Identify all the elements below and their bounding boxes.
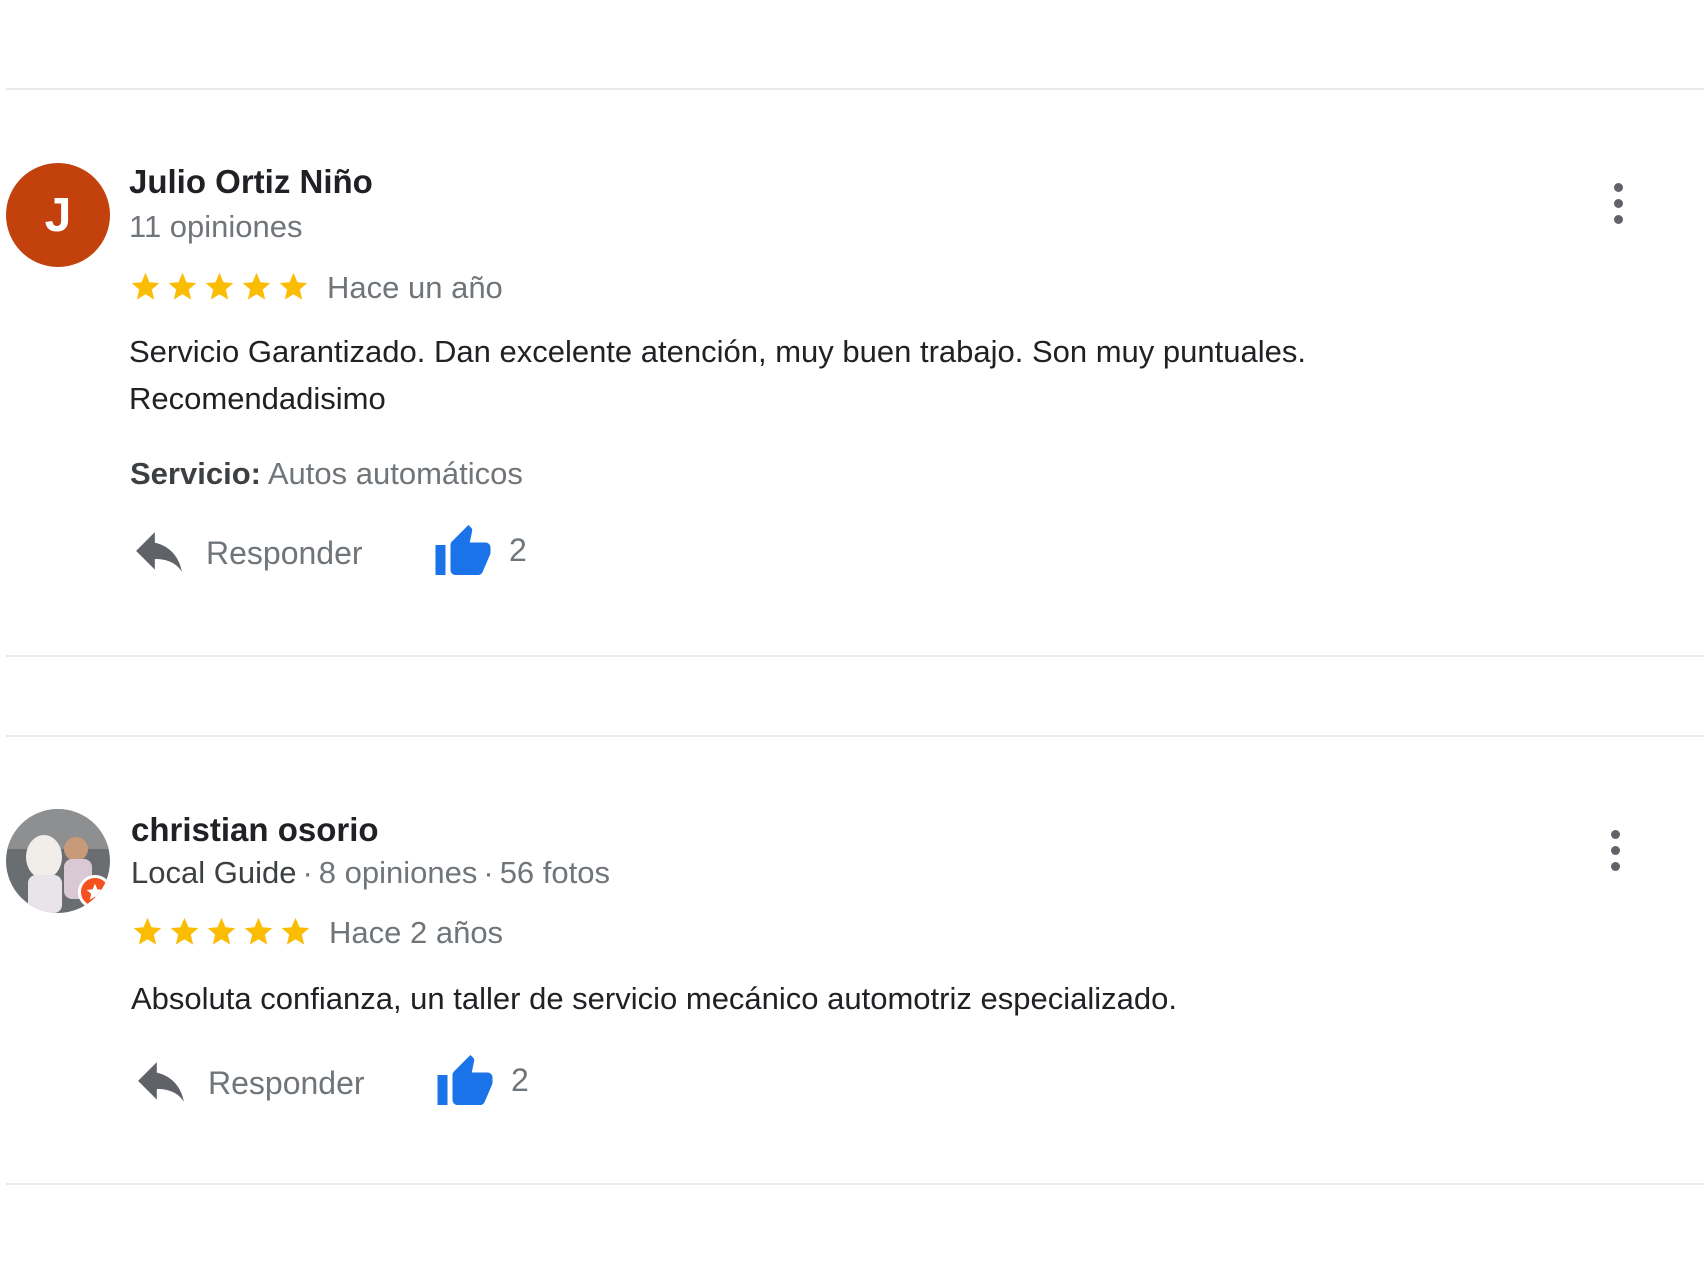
reviewer-name[interactable]: Julio Ortiz Niño xyxy=(129,163,373,201)
thumb-up-icon xyxy=(437,1055,493,1105)
reviewer-reviews-count: 8 opiniones xyxy=(318,855,478,890)
local-guide-badge-icon xyxy=(78,875,110,909)
review-date: Hace 2 años xyxy=(329,915,504,950)
star-icon xyxy=(168,272,197,300)
star-rating xyxy=(131,915,312,948)
avatar[interactable] xyxy=(6,809,110,913)
review-text-line: Absoluta confianza, un taller de servici… xyxy=(131,981,1177,1016)
review-text: Absoluta confianza, un taller de servici… xyxy=(131,975,1591,1022)
local-guide-label: Local Guide xyxy=(131,855,297,890)
reviewer-photos-count: 56 fotos xyxy=(499,855,610,890)
reply-label: Responder xyxy=(208,1064,365,1101)
star-rating xyxy=(129,270,310,303)
more-vert-icon xyxy=(1610,829,1620,871)
review-text: Servicio Garantizado. Dan excelente aten… xyxy=(129,328,1589,422)
reviewer-name[interactable]: christian osorio xyxy=(131,811,379,849)
star-icon xyxy=(207,917,236,945)
review-text-line: Servicio Garantizado. Dan excelente aten… xyxy=(129,334,1306,369)
star-icon xyxy=(281,917,310,945)
review-date: Hace un año xyxy=(327,270,503,305)
reply-button[interactable]: Responder xyxy=(134,530,363,576)
reply-icon xyxy=(136,532,182,572)
avatar-letter: J xyxy=(44,188,72,242)
star-icon xyxy=(205,272,234,300)
reviewer-meta[interactable]: Local Guide · 8 opiniones · 56 fotos xyxy=(131,855,610,891)
star-icon xyxy=(131,272,160,300)
divider xyxy=(6,88,1704,90)
reply-icon xyxy=(138,1062,184,1102)
like-button[interactable]: 2 xyxy=(433,522,527,578)
divider xyxy=(6,735,1704,737)
like-count: 2 xyxy=(509,531,527,568)
divider xyxy=(6,1183,1704,1185)
like-button[interactable]: 2 xyxy=(435,1052,529,1108)
more-options-button[interactable] xyxy=(1600,175,1636,231)
more-vert-icon xyxy=(1613,182,1623,224)
star-icon xyxy=(244,917,273,945)
reply-button[interactable]: Responder xyxy=(136,1060,365,1106)
star-icon xyxy=(279,272,308,300)
reply-label: Responder xyxy=(206,534,363,571)
service-label: Servicio: xyxy=(130,456,261,491)
service-detail: Servicio: Autos automáticos xyxy=(130,456,523,492)
more-options-button[interactable] xyxy=(1597,822,1633,878)
star-icon xyxy=(170,917,199,945)
thumb-up-icon xyxy=(435,525,491,575)
separator: · xyxy=(483,855,494,890)
avatar[interactable]: J xyxy=(6,163,110,267)
star-icon xyxy=(133,917,162,945)
reviewer-reviews-count[interactable]: 11 opiniones xyxy=(129,209,303,245)
star-icon xyxy=(242,272,271,300)
divider xyxy=(6,655,1704,657)
service-value: Autos automáticos xyxy=(267,456,523,491)
review-text-line: Recomendadisimo xyxy=(129,381,386,416)
like-count: 2 xyxy=(511,1061,529,1098)
separator: · xyxy=(302,855,313,890)
